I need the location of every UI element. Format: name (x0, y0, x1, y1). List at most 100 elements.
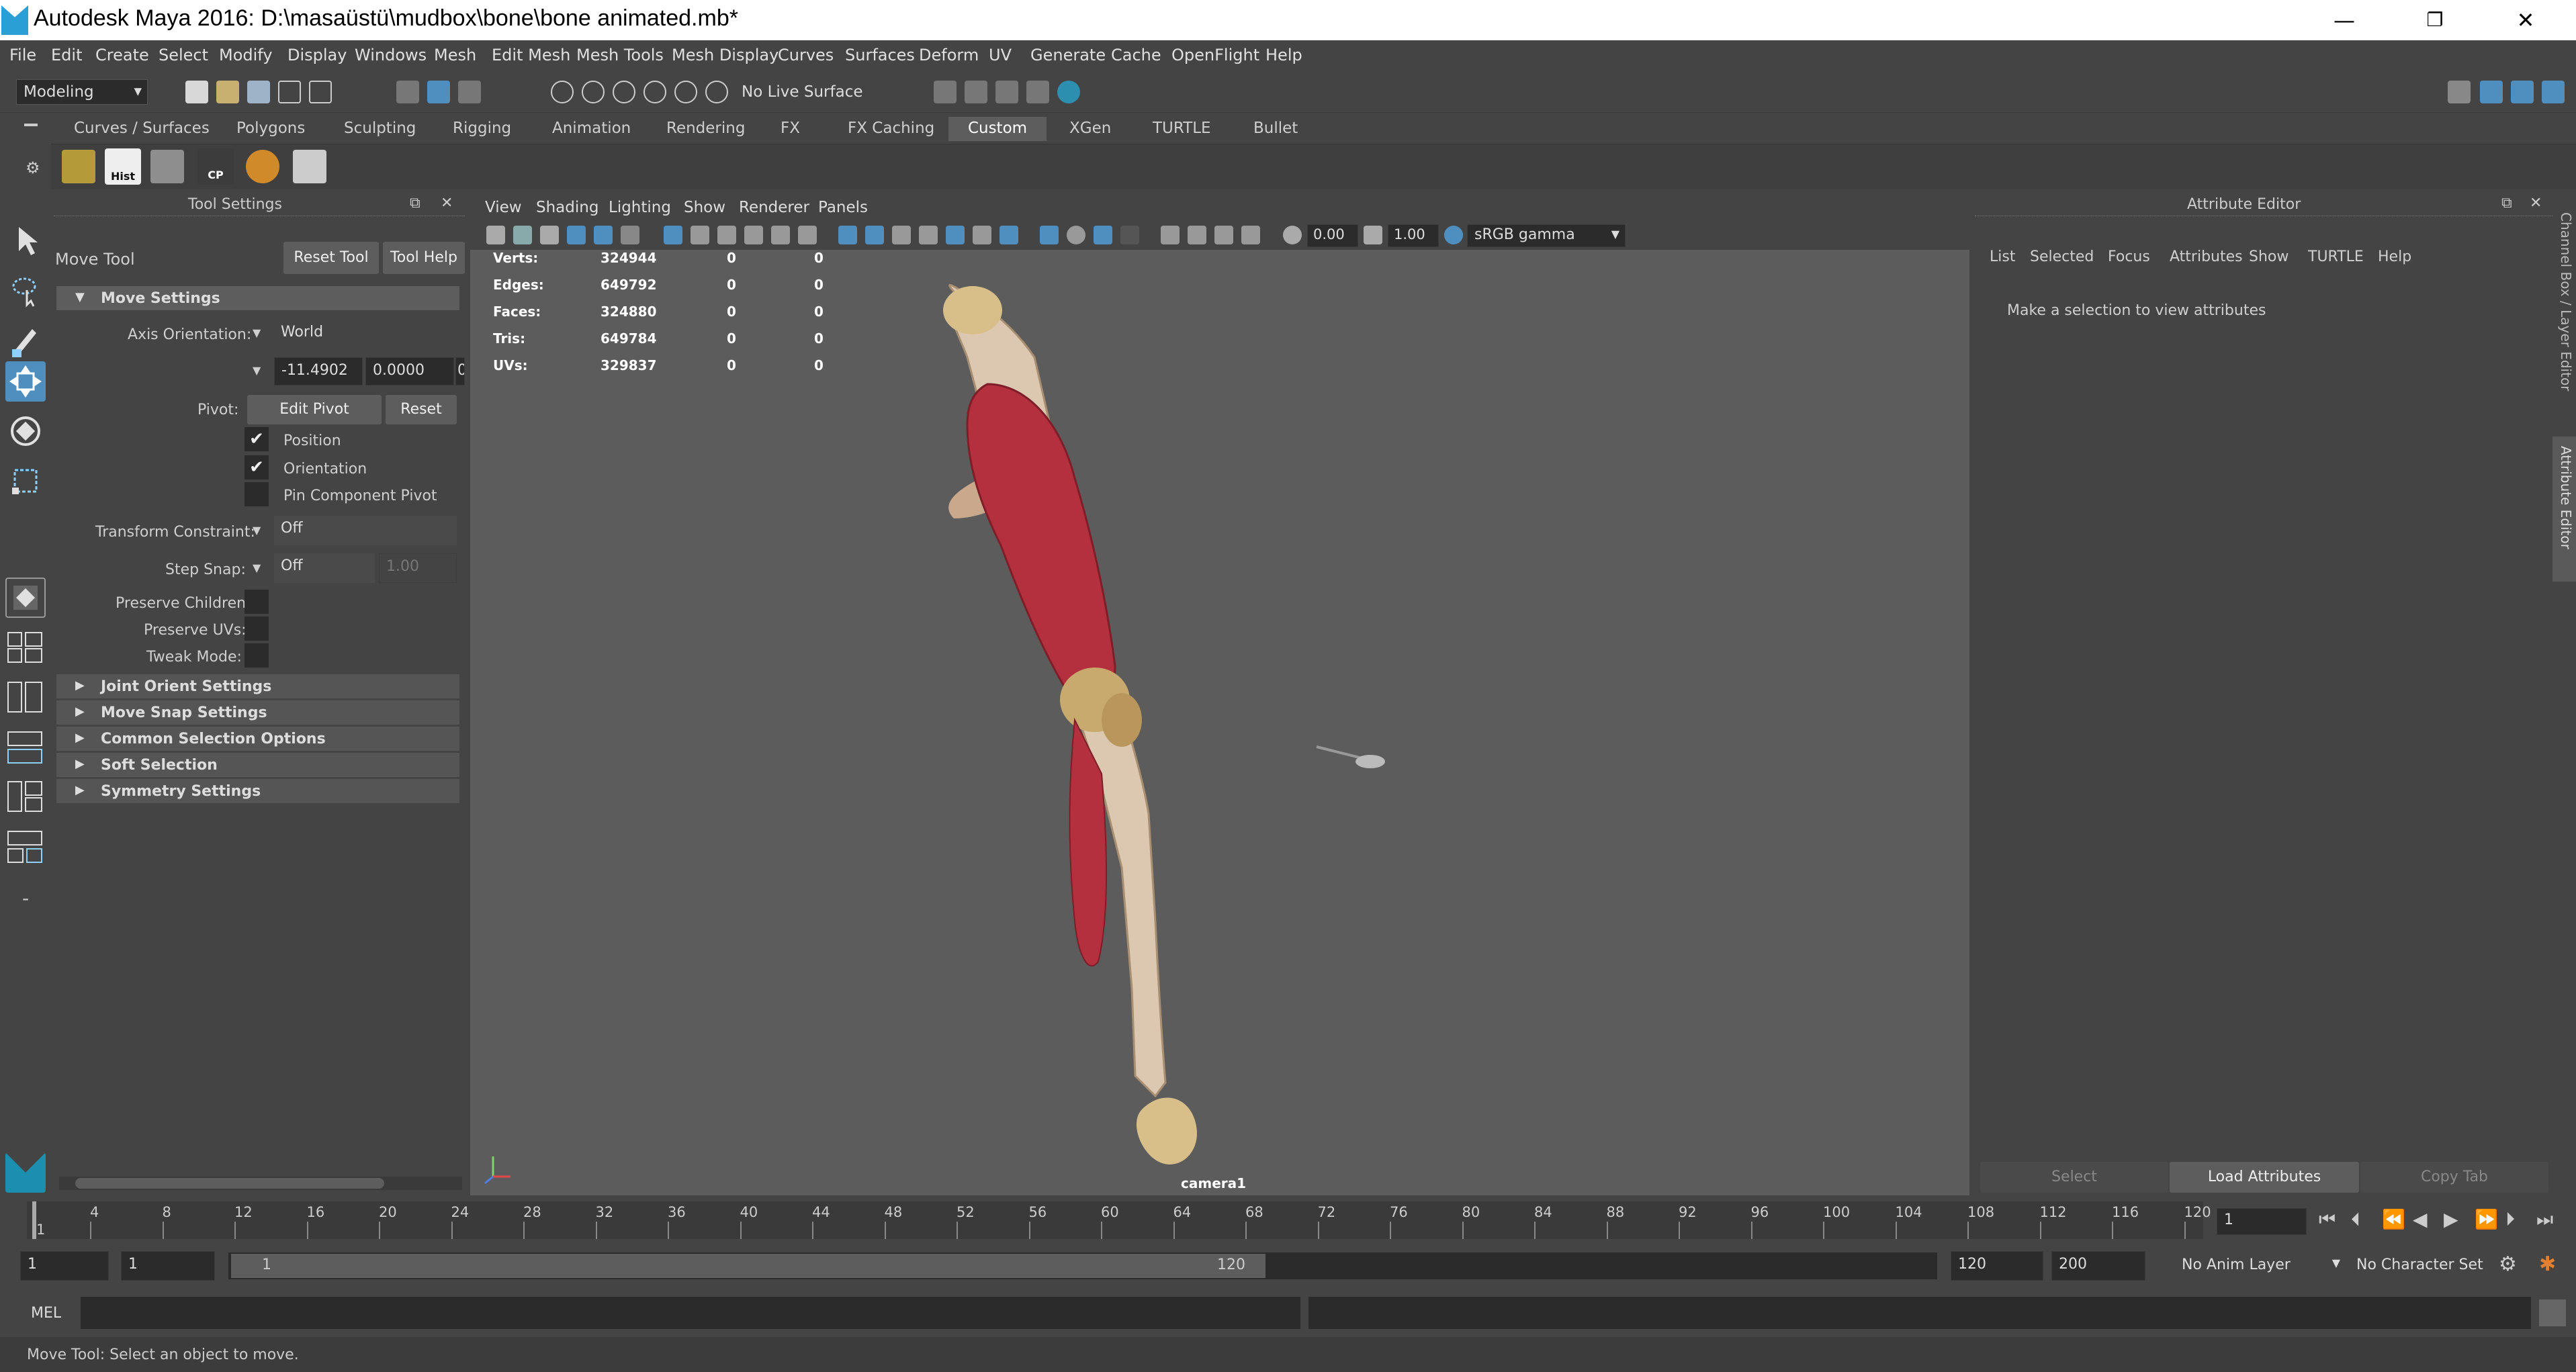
coord-y-field[interactable]: 0.0000 (365, 357, 454, 385)
shelf-tab-rendering[interactable]: Rendering (666, 117, 745, 141)
reset-tool-button[interactable]: Reset Tool (283, 242, 379, 274)
menu-cache[interactable]: Cache (1111, 46, 1161, 64)
attr-menu-list[interactable]: List (1990, 248, 2015, 265)
shelf-gear-icon[interactable]: ⚙ (26, 158, 40, 177)
grease-pencil-icon[interactable] (621, 226, 639, 244)
shelf-tab-bullet[interactable]: Bullet (1253, 117, 1298, 141)
magnet-icon[interactable] (705, 81, 728, 103)
collapse-toolbox-icon[interactable]: - (5, 878, 46, 919)
edit-pivot-button[interactable]: Edit Pivot (247, 395, 382, 424)
move-snap-settings-section[interactable]: ▶ Move Snap Settings (56, 700, 459, 725)
step-back-frame-icon[interactable]: ⏴ (2351, 1208, 2360, 1231)
layout-attribute-editor-icon[interactable] (2542, 81, 2565, 103)
layout-single-icon[interactable] (2448, 81, 2471, 103)
animation-start-field[interactable]: 1 (20, 1251, 109, 1281)
field-chart-icon[interactable] (771, 226, 790, 244)
exposure-field[interactable]: 0.00 (1307, 224, 1358, 247)
axis-orientation-dropdown[interactable]: World (274, 320, 457, 348)
snap-point-icon[interactable] (613, 81, 635, 103)
perspective-viewport[interactable]: Verts: 324944 0 0 Edges: 649792 0 0 Face… (470, 250, 1969, 1195)
render-view-icon[interactable] (934, 81, 957, 103)
paint-select-tool-icon[interactable] (5, 320, 46, 360)
snap-grid-icon[interactable] (551, 81, 574, 103)
color-management-icon[interactable] (1444, 226, 1463, 244)
play-backwards-icon[interactable]: ◀ (2413, 1208, 2428, 1230)
joint-orient-settings-section[interactable]: ▶ Joint Orient Settings (56, 674, 459, 698)
mel-label[interactable]: MEL (31, 1305, 61, 1322)
animation-end-field[interactable]: 200 (2051, 1251, 2145, 1281)
tweak-mode-checkbox[interactable] (245, 643, 269, 668)
restore-button[interactable]: ❐ (2415, 4, 2455, 36)
safe-action-icon[interactable] (798, 226, 817, 244)
grid-plane-icon[interactable] (62, 150, 95, 183)
four-view-layout-icon[interactable] (5, 627, 46, 668)
color-space-dropdown[interactable]: sRGB gamma ▼ (1467, 224, 1626, 247)
minimize-button[interactable]: — (2324, 4, 2364, 36)
hypershade-layout-icon[interactable] (5, 776, 46, 817)
wireframe-on-shaded-icon[interactable] (892, 226, 911, 244)
menu-uv[interactable]: UV (989, 46, 1012, 64)
single-perspective-layout-icon[interactable] (5, 578, 46, 618)
command-input[interactable] (81, 1297, 1300, 1329)
backface-culling-icon[interactable] (1241, 226, 1260, 244)
range-handle[interactable]: 1 120 (231, 1254, 1265, 1278)
script-editor-icon[interactable] (2539, 1299, 2566, 1326)
menu-select[interactable]: Select (159, 46, 208, 64)
grid-layout-icon[interactable] (293, 150, 326, 183)
layered-planes-icon[interactable] (150, 150, 184, 183)
attr-menu-selected[interactable]: Selected (2030, 248, 2094, 265)
shelf-collapse-icon[interactable] (24, 124, 38, 126)
open-scene-icon[interactable] (216, 81, 239, 103)
step-snap-dropdown[interactable]: Off (274, 553, 375, 583)
character-set-dropdown[interactable]: No Character Set (2351, 1251, 2501, 1281)
camera-select-icon[interactable] (486, 226, 505, 244)
layout-tool-settings-icon[interactable] (2511, 81, 2534, 103)
menu-openflight[interactable]: OpenFlight (1171, 46, 1259, 64)
menu-mesh[interactable]: Mesh (434, 46, 476, 64)
shelf-tab-fx-caching[interactable]: FX Caching (848, 117, 934, 141)
gate-mask-icon[interactable] (744, 226, 763, 244)
chevron-down-icon[interactable]: ▼ (253, 364, 261, 377)
2d-pan-zoom-icon[interactable] (594, 226, 613, 244)
common-selection-options-section[interactable]: ▶ Common Selection Options (56, 727, 459, 751)
chevron-down-icon[interactable]: ▼ (253, 326, 261, 339)
select-by-component-icon[interactable] (458, 81, 481, 103)
shading-sphere-icon[interactable] (246, 150, 279, 183)
menu-help[interactable]: Help (1265, 46, 1302, 64)
attr-menu-attributes[interactable]: Attributes (2170, 248, 2243, 265)
select-by-object-icon[interactable] (427, 81, 450, 103)
menu-modify[interactable]: Modify (219, 46, 273, 64)
chevron-down-icon[interactable]: ▼ (253, 524, 261, 537)
current-frame-field[interactable]: 1 (2217, 1208, 2307, 1235)
menu-mesh-tools[interactable]: Mesh Tools (576, 46, 664, 64)
menu-mesh-display[interactable]: Mesh Display (672, 46, 779, 64)
render-current-icon[interactable] (965, 81, 987, 103)
symmetry-settings-section[interactable]: ▶ Symmetry Settings (56, 779, 459, 803)
close-button[interactable]: ✕ (2505, 4, 2546, 36)
isolate-select-icon[interactable] (1161, 226, 1180, 244)
attr-menu-help[interactable]: Help (2378, 248, 2411, 265)
shelf-tab-turtle[interactable]: TURTLE (1153, 117, 1211, 141)
transform-constraint-dropdown[interactable]: Off (274, 516, 457, 545)
snap-curve-icon[interactable] (582, 81, 605, 103)
step-forward-frame-icon[interactable]: ⏵ (2505, 1208, 2515, 1231)
go-to-end-icon[interactable]: ⏭ (2536, 1208, 2553, 1231)
shelf-tab-custom[interactable]: Custom (948, 117, 1047, 141)
step-forward-key-icon[interactable]: ⏩ (2475, 1208, 2498, 1230)
attr-menu-turtle[interactable]: TURTLE (2308, 248, 2364, 265)
camera-attributes-icon[interactable] (513, 226, 532, 244)
gamma-icon[interactable] (1364, 226, 1382, 244)
viewport-menu-panels[interactable]: Panels (818, 199, 868, 216)
attribute-editor-side-tab[interactable]: Attribute Editor (2552, 437, 2576, 582)
film-gate-icon[interactable] (691, 226, 709, 244)
scale-tool-icon[interactable] (5, 461, 46, 501)
xray-active-icon[interactable] (1214, 226, 1233, 244)
viewport-menu-view[interactable]: View (485, 199, 522, 216)
textured-icon[interactable] (919, 226, 938, 244)
playback-start-field[interactable]: 1 (121, 1251, 215, 1281)
shelf-tab-animation[interactable]: Animation (552, 117, 631, 141)
grid-toggle-icon[interactable] (664, 226, 682, 244)
playback-end-field[interactable]: 120 (1951, 1251, 2043, 1281)
menu-display[interactable]: Display (287, 46, 347, 64)
channel-box-side-tab[interactable]: Channel Box / Layer Editor (2552, 208, 2576, 463)
